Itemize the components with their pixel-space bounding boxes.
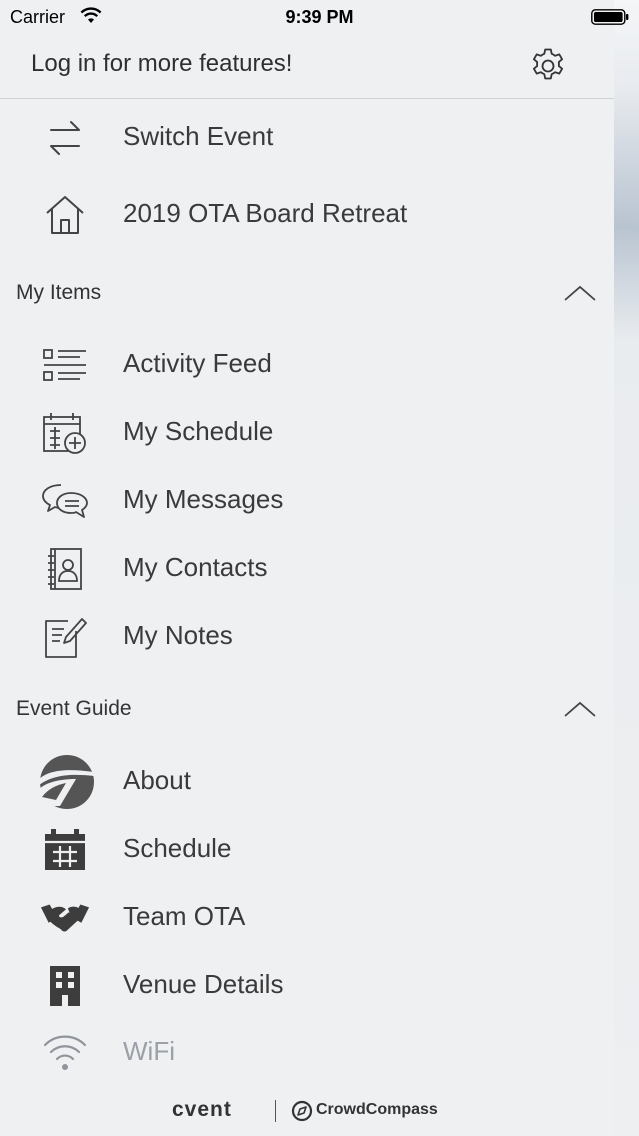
building-icon <box>40 963 90 1009</box>
event-home-item[interactable]: 2019 OTA Board Retreat <box>0 184 614 244</box>
my-items-section-header[interactable]: My Items <box>0 273 614 313</box>
calendar-icon <box>40 827 90 873</box>
event-guide-section-header[interactable]: Event Guide <box>0 689 614 729</box>
list-icon <box>40 342 90 388</box>
my-messages-label: My Messages <box>123 484 284 514</box>
drawer-header: Log in for more features! <box>0 36 614 99</box>
wifi-icon <box>40 1030 90 1076</box>
crowdcompass-logo: CrowdCompass <box>316 1101 438 1118</box>
about-label: About <box>123 765 191 795</box>
note-edit-icon <box>40 614 90 660</box>
schedule-item[interactable]: Schedule <box>0 819 614 879</box>
login-prompt-link[interactable]: Log in for more features! <box>31 50 292 78</box>
team-ota-item[interactable]: Team OTA <box>0 887 614 947</box>
activity-feed-label: Activity Feed <box>123 348 272 378</box>
team-ota-label: Team OTA <box>123 901 246 931</box>
my-schedule-label: My Schedule <box>123 416 274 446</box>
gear-icon[interactable] <box>528 46 568 86</box>
schedule-label: Schedule <box>123 833 232 863</box>
home-icon <box>40 192 90 238</box>
wifi-item[interactable]: WiFi <box>0 1022 614 1082</box>
my-notes-item[interactable]: My Notes <box>0 606 614 666</box>
venue-details-item[interactable]: Venue Details <box>0 955 614 1015</box>
my-contacts-item[interactable]: My Contacts <box>0 538 614 598</box>
switch-event-label: Switch Event <box>123 121 274 151</box>
side-drawer: Carrier 9:39 PM Log in for more features… <box>0 0 629 1136</box>
chevron-up-icon[interactable] <box>563 283 597 303</box>
my-items-title: My Items <box>16 281 102 304</box>
crowdcompass-logo-icon <box>291 1100 313 1122</box>
about-item[interactable]: About <box>0 751 614 811</box>
switch-arrows-icon <box>40 115 90 161</box>
chat-bubbles-icon <box>40 478 90 524</box>
calendar-add-icon <box>40 410 90 456</box>
switch-event-item[interactable]: Switch Event <box>0 107 614 167</box>
battery-icon <box>591 9 629 25</box>
branding-footer: cvent CrowdCompass <box>0 1094 614 1128</box>
venue-details-label: Venue Details <box>123 969 284 999</box>
background-screen-peek[interactable] <box>614 0 639 1136</box>
footer-divider <box>275 1100 276 1122</box>
clock: 9:39 PM <box>285 7 354 27</box>
wifi-label: WiFi <box>123 1036 175 1066</box>
my-schedule-item[interactable]: My Schedule <box>0 402 614 462</box>
ota-logo-icon <box>36 751 96 813</box>
event-home-label: 2019 OTA Board Retreat <box>123 198 408 228</box>
cvent-logo: cvent <box>172 1098 232 1121</box>
status-bar: Carrier 9:39 PM <box>0 0 639 36</box>
my-notes-label: My Notes <box>123 620 233 650</box>
activity-feed-item[interactable]: Activity Feed <box>0 334 614 394</box>
my-messages-item[interactable]: My Messages <box>0 470 614 530</box>
my-contacts-label: My Contacts <box>123 552 268 582</box>
chevron-up-icon[interactable] <box>563 699 597 719</box>
event-guide-title: Event Guide <box>16 697 132 720</box>
handshake-icon <box>40 895 90 941</box>
contacts-book-icon <box>40 546 90 592</box>
